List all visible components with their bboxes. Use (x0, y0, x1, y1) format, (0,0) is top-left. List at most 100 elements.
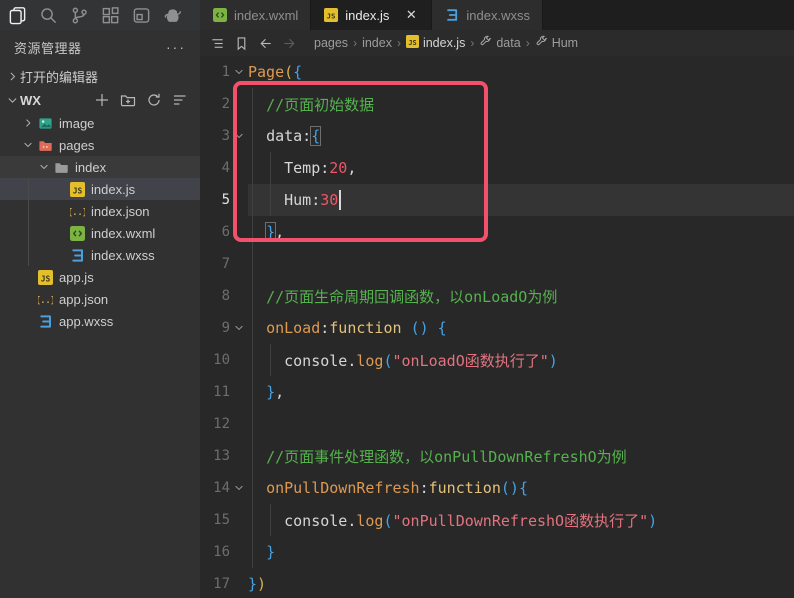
gutter[interactable]: 4 (200, 152, 248, 184)
source-control-icon[interactable] (69, 5, 89, 25)
indent-guide-level2 (270, 344, 271, 376)
sidebar-item-pages[interactable]: pages (0, 134, 200, 156)
code-line-8[interactable]: 8 //页面生命周期回调函数，以onLoadO为例 (200, 280, 794, 312)
code-text: //页面生命周期回调函数，以onLoadO为例 (248, 286, 557, 307)
code-line-14[interactable]: 14 onPullDownRefresh:function(){ (200, 472, 794, 504)
wxml-file-icon (212, 7, 228, 23)
gutter[interactable]: 7 (200, 248, 248, 280)
tree-item-label: app.wxss (59, 314, 113, 329)
code-line-11[interactable]: 11 }, (200, 376, 794, 408)
new-file-icon[interactable] (94, 92, 110, 108)
gutter[interactable]: 11 (200, 376, 248, 408)
tab-index-js[interactable]: JS index.js ✕ (311, 0, 432, 30)
gutter[interactable]: 17 (200, 568, 248, 598)
line-number: 6 (200, 224, 230, 240)
search-icon[interactable] (38, 5, 58, 25)
breadcrumb-label: data (496, 36, 520, 50)
code-line-1[interactable]: 1Page({ (200, 56, 794, 88)
gutter[interactable]: 14 (200, 472, 248, 504)
line-number: 4 (200, 160, 230, 176)
gutter[interactable]: 9 (200, 312, 248, 344)
file-tree: imagepagesindexJSindex.js{..}index.jsoni… (0, 112, 200, 598)
files-icon[interactable] (7, 5, 27, 25)
forward-arrow-icon[interactable] (280, 34, 298, 52)
outline-icon[interactable] (208, 34, 226, 52)
gutter[interactable]: 1 (200, 56, 248, 88)
gutter[interactable]: 10 (200, 344, 248, 376)
refresh-icon[interactable] (146, 92, 162, 108)
gutter[interactable]: 12 (200, 408, 248, 440)
js-file-icon: JS (406, 35, 419, 51)
sidebar-item-index[interactable]: index (0, 156, 200, 178)
breadcrumb-item-index-js[interactable]: JS index.js (406, 35, 465, 51)
code-line-7[interactable]: 7 (200, 248, 794, 280)
wechat-devtools-window: 资源管理器 ··· 打开的编辑器 WX imagepagesindexJSind… (0, 0, 794, 598)
code-line-5[interactable]: 5 Hum:30 (200, 184, 794, 216)
code-line-13[interactable]: 13 //页面事件处理函数，以onPullDownRefreshO为例 (200, 440, 794, 472)
gutter[interactable]: 3 (200, 120, 248, 152)
extensions-icon[interactable] (100, 5, 120, 25)
tab-label: index.js (345, 8, 389, 23)
sidebar-item-image[interactable]: image (0, 112, 200, 134)
tree-indent-guide (28, 178, 29, 266)
new-folder-icon[interactable] (120, 92, 136, 108)
teapot-icon[interactable] (162, 5, 182, 25)
code-line-9[interactable]: 9 onLoad:function () { (200, 312, 794, 344)
breadcrumb-label: index.js (423, 36, 465, 50)
sidebar-item-index-wxss[interactable]: index.wxss (0, 244, 200, 266)
code-editor[interactable]: 1Page({2 //页面初始数据3 data:{4 Temp:20,5 Hum… (200, 56, 794, 598)
code-line-17[interactable]: 17}) (200, 568, 794, 598)
sidebar-item-index-js[interactable]: JSindex.js (0, 178, 200, 200)
code-line-12[interactable]: 12 (200, 408, 794, 440)
sidebar-item-index-json[interactable]: {..}index.json (0, 200, 200, 222)
breadcrumb-item-hum[interactable]: Hum (535, 35, 578, 51)
wxss-file-icon (68, 247, 86, 263)
sidebar-item-index-wxml[interactable]: index.wxml (0, 222, 200, 244)
code-text: Page({ (248, 63, 302, 81)
explorer-more-icon[interactable]: ··· (166, 42, 186, 52)
breadcrumb-item-pages[interactable]: pages (314, 36, 348, 50)
chevron-down-icon[interactable] (36, 161, 52, 173)
window-icon[interactable] (131, 5, 151, 25)
fold-chevron-icon[interactable] (230, 130, 248, 142)
back-arrow-icon[interactable] (256, 34, 274, 52)
sidebar-item-app-json[interactable]: {..}app.json (0, 288, 200, 310)
breadcrumb-item-data[interactable]: data (479, 35, 520, 51)
gutter[interactable]: 13 (200, 440, 248, 472)
code-text: console.log("onPullDownRefreshO函数执行了") (248, 510, 657, 531)
tree-item-label: index (75, 160, 106, 175)
gutter[interactable]: 2 (200, 88, 248, 120)
sidebar-item-app-wxss[interactable]: app.wxss (0, 310, 200, 332)
code-line-4[interactable]: 4 Temp:20, (200, 152, 794, 184)
tab-index-wxss[interactable]: index.wxss (432, 0, 543, 30)
workspace-label: WX (20, 93, 41, 108)
bookmark-icon[interactable] (232, 34, 250, 52)
line-number: 17 (200, 576, 230, 592)
line-number: 3 (200, 128, 230, 144)
wrench-symbol-icon (479, 35, 492, 51)
gutter[interactable]: 5 (200, 184, 248, 216)
fold-chevron-icon[interactable] (230, 66, 248, 78)
code-line-2[interactable]: 2 //页面初始数据 (200, 88, 794, 120)
gutter[interactable]: 6 (200, 216, 248, 248)
workspace-section[interactable]: WX (0, 88, 200, 112)
fold-chevron-icon[interactable] (230, 322, 248, 334)
gutter[interactable]: 8 (200, 280, 248, 312)
gutter[interactable]: 15 (200, 504, 248, 536)
breadcrumb-item-index[interactable]: index (362, 36, 392, 50)
code-line-3[interactable]: 3 data:{ (200, 120, 794, 152)
collapse-all-icon[interactable] (172, 92, 188, 108)
code-line-6[interactable]: 6 }, (200, 216, 794, 248)
code-line-15[interactable]: 15 console.log("onPullDownRefreshO函数执行了"… (200, 504, 794, 536)
open-editors-section[interactable]: 打开的编辑器 (0, 64, 200, 88)
sidebar-item-app-js[interactable]: JSapp.js (0, 266, 200, 288)
code-line-16[interactable]: 16 } (200, 536, 794, 568)
gutter[interactable]: 16 (200, 536, 248, 568)
tab-index-wxml[interactable]: index.wxml (200, 0, 311, 30)
chevron-right-icon[interactable] (20, 117, 36, 129)
svg-text:JS: JS (327, 12, 336, 21)
code-line-10[interactable]: 10 console.log("onLoadO函数执行了") (200, 344, 794, 376)
fold-chevron-icon[interactable] (230, 482, 248, 494)
chevron-down-icon[interactable] (20, 139, 36, 151)
close-icon[interactable]: ✕ (403, 7, 419, 23)
